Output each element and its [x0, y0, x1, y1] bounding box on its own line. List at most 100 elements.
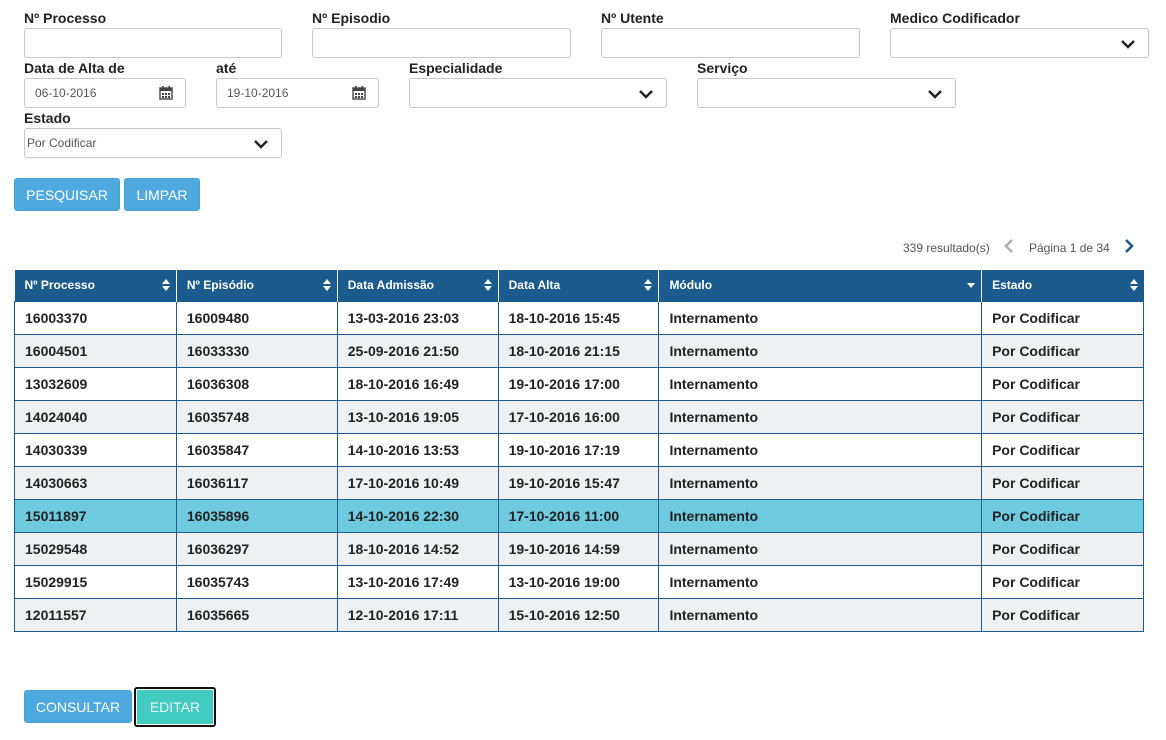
cell-estado: Por Codificar [981, 333, 1144, 368]
cell-estado: Por Codificar [981, 300, 1144, 335]
chevron-down-icon [928, 90, 942, 99]
cell-data-alta: 15-10-2016 12:50 [497, 597, 660, 632]
cell-episodio: 16033330 [175, 333, 338, 368]
cell-episodio: 16035665 [175, 597, 338, 632]
cell-estado: Por Codificar [981, 366, 1144, 401]
cell-processo: 16004501 [14, 333, 177, 368]
cell-episodio: 16036117 [175, 465, 338, 500]
cell-processo: 15011897 [14, 498, 177, 533]
cell-processo: 14030663 [14, 465, 177, 500]
cell-episodio: 16035896 [175, 498, 338, 533]
cell-data-admissao: 18-10-2016 14:52 [336, 531, 499, 566]
cell-episodio: 16036308 [175, 366, 338, 401]
table-row[interactable]: 14030339 16035847 14-10-2016 13:53 19-10-20… [14, 432, 1144, 467]
cell-estado: Por Codificar [981, 564, 1144, 599]
medico-label: Medico Codificador [890, 10, 1020, 26]
chevron-left-icon[interactable] [1003, 238, 1015, 254]
col-header-processo[interactable]: Nº Processo [14, 270, 177, 301]
processo-input[interactable] [24, 28, 282, 58]
cell-processo: 12011557 [14, 597, 177, 632]
utente-input[interactable] [601, 28, 860, 58]
cell-data-admissao: 13-03-2016 23:03 [336, 300, 499, 335]
col-header-estado[interactable]: Estado [981, 270, 1144, 301]
table-row[interactable]: 15029548 16036297 18-10-2016 14:52 19-10-20… [14, 531, 1144, 566]
cell-estado: Por Codificar [981, 465, 1144, 500]
cell-modulo: Internamento [658, 531, 983, 566]
sort-icon [483, 279, 492, 291]
cell-data-alta: 17-10-2016 11:00 [497, 498, 660, 533]
table-row[interactable]: 16004501 16033330 25-09-2016 21:50 18-10-20… [14, 333, 1144, 368]
cell-modulo: Internamento [658, 399, 983, 434]
utente-label: Nº Utente [601, 10, 664, 26]
cell-episodio: 16035847 [175, 432, 338, 467]
cell-estado: Por Codificar [981, 399, 1144, 434]
cell-data-admissao: 25-09-2016 21:50 [336, 333, 499, 368]
cell-data-alta: 19-10-2016 17:00 [497, 366, 660, 401]
cell-modulo: Internamento [658, 465, 983, 500]
cell-episodio: 16036297 [175, 531, 338, 566]
cell-estado: Por Codificar [981, 498, 1144, 533]
cell-data-alta: 19-10-2016 14:59 [497, 531, 660, 566]
results-count: 339 resultado(s) [903, 241, 990, 255]
cell-processo: 14030339 [14, 432, 177, 467]
table-row-selected[interactable]: 15011897 16035896 14-10-2016 22:30 17-10-20… [14, 498, 1144, 533]
especialidade-select[interactable] [409, 78, 667, 108]
data-alta-de-input[interactable]: 06-10-2016 [24, 78, 186, 108]
servico-select[interactable] [697, 78, 956, 108]
sort-desc-icon [967, 283, 976, 288]
table-row[interactable]: 12011557 16035665 12-10-2016 17:11 15-10-20… [14, 597, 1144, 632]
cell-modulo: Internamento [658, 333, 983, 368]
chevron-right-icon[interactable] [1123, 238, 1135, 254]
table-row[interactable]: 14030663 16036117 17-10-2016 10:49 19-10-20… [14, 465, 1144, 500]
table-row[interactable]: 13032609 16036308 18-10-2016 16:49 19-10-20… [14, 366, 1144, 401]
calendar-icon[interactable] [352, 86, 366, 100]
cell-data-alta: 19-10-2016 15:47 [497, 465, 660, 500]
estado-select[interactable]: Por Codificar [24, 128, 282, 158]
sort-icon [644, 279, 653, 291]
col-header-data-admissao[interactable]: Data Admissão [337, 270, 499, 301]
cell-data-alta: 19-10-2016 17:19 [497, 432, 660, 467]
table-header-row: Nº Processo Nº Episódio Data Admissão Da… [14, 270, 1144, 301]
table-row[interactable]: 14024040 16035748 13-10-2016 19:05 17-10-20… [14, 399, 1144, 434]
chevron-down-icon [254, 140, 268, 149]
consultar-button[interactable]: CONSULTAR [24, 690, 132, 723]
cell-data-admissao: 18-10-2016 16:49 [336, 366, 499, 401]
cell-estado: Por Codificar [981, 432, 1144, 467]
cell-modulo: Internamento [658, 564, 983, 599]
ate-input[interactable]: 19-10-2016 [216, 78, 379, 108]
cell-modulo: Internamento [658, 498, 983, 533]
cell-episodio: 16009480 [175, 300, 338, 335]
table-row[interactable]: 16003370 16009480 13-03-2016 23:03 18-10-20… [14, 300, 1144, 335]
processo-label: Nº Processo [24, 10, 107, 26]
cell-data-admissao: 13-10-2016 19:05 [336, 399, 499, 434]
editar-button[interactable]: EDITAR [134, 687, 216, 727]
cell-data-alta: 13-10-2016 19:00 [497, 564, 660, 599]
cell-modulo: Internamento [658, 432, 983, 467]
calendar-icon[interactable] [159, 86, 173, 100]
cell-data-admissao: 14-10-2016 22:30 [336, 498, 499, 533]
estado-label: Estado [24, 110, 71, 126]
ate-label: até [216, 60, 237, 76]
servico-label: Serviço [697, 60, 748, 76]
sort-icon [1129, 279, 1138, 291]
col-header-data-alta[interactable]: Data Alta [498, 270, 660, 301]
col-header-modulo[interactable]: Módulo [658, 270, 983, 301]
limpar-button[interactable]: LIMPAR [124, 178, 200, 211]
episodio-input[interactable] [312, 28, 571, 58]
results-table: Nº Processo Nº Episódio Data Admissão Da… [14, 270, 1144, 632]
sort-icon [161, 279, 170, 291]
medico-select[interactable] [890, 28, 1149, 58]
table-row[interactable]: 15029915 16035743 13-10-2016 17:49 13-10-20… [14, 564, 1144, 599]
cell-data-admissao: 17-10-2016 10:49 [336, 465, 499, 500]
cell-estado: Por Codificar [981, 531, 1144, 566]
chevron-down-icon [1121, 40, 1135, 49]
cell-episodio: 16035743 [175, 564, 338, 599]
pesquisar-button[interactable]: PESQUISAR [14, 178, 120, 211]
page-indicator: Página 1 de 34 [1029, 241, 1110, 255]
cell-modulo: Internamento [658, 300, 983, 335]
col-header-episodio[interactable]: Nº Episódio [176, 270, 338, 301]
especialidade-label: Especialidade [409, 60, 503, 76]
chevron-down-icon [639, 90, 653, 99]
cell-processo: 15029548 [14, 531, 177, 566]
cell-data-alta: 18-10-2016 15:45 [497, 300, 660, 335]
